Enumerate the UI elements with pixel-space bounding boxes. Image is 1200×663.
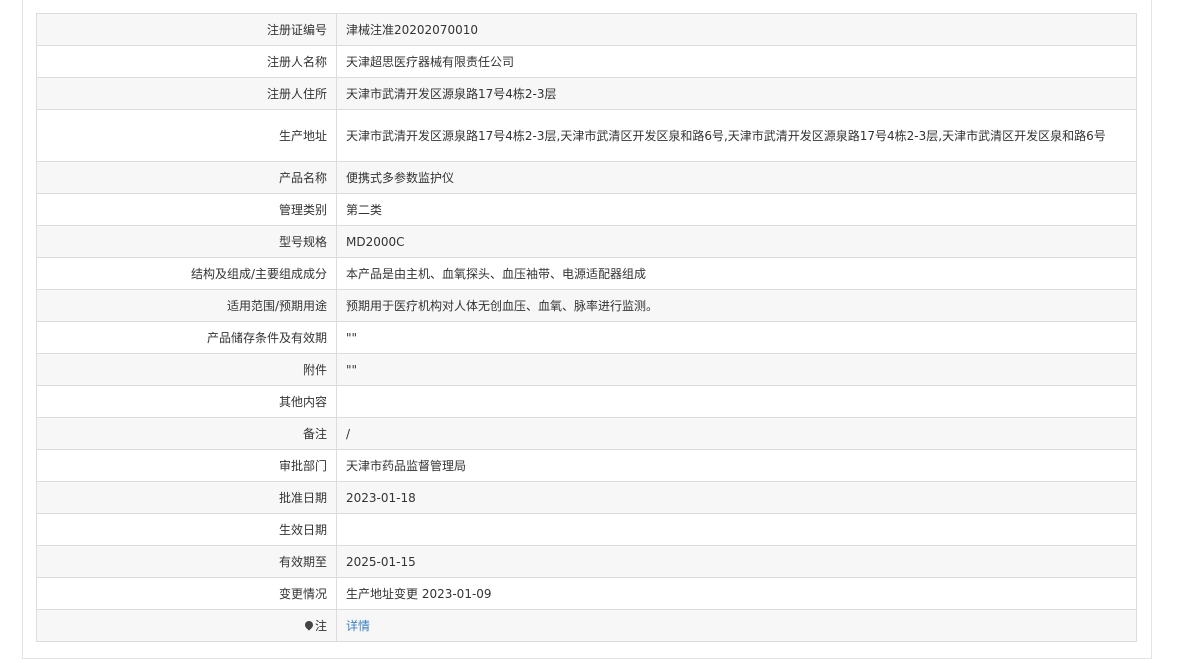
table-row: 生产地址 天津市武清开发区源泉路17号4栋2-3层,天津市武清区开发区泉和路6号…: [36, 109, 1137, 162]
table-row: 批准日期 2023-01-18: [36, 481, 1137, 514]
table-row: 产品储存条件及有效期 "": [36, 321, 1137, 354]
row-value-remarks: /: [336, 417, 1137, 450]
row-value-production-address: 天津市武清开发区源泉路17号4栋2-3层,天津市武清区开发区泉和路6号,天津市武…: [336, 109, 1137, 162]
row-label-registrant-name: 注册人名称: [36, 45, 337, 78]
table-row: 型号规格 MD2000C: [36, 225, 1137, 258]
row-value-storage-validity: "": [336, 321, 1137, 354]
table-row: 其他内容: [36, 385, 1137, 418]
table-row: 变更情况 生产地址变更 2023-01-09: [36, 577, 1137, 610]
table-row: 结构及组成/主要组成成分 本产品是由主机、血氧探头、血压袖带、电源适配器组成: [36, 257, 1137, 290]
row-label-intended-use: 适用范围/预期用途: [36, 289, 337, 322]
table-row: 有效期至 2025-01-15: [36, 545, 1137, 578]
row-value-structure-composition: 本产品是由主机、血氧探头、血压袖带、电源适配器组成: [336, 257, 1137, 290]
row-label-other-content: 其他内容: [36, 385, 337, 418]
row-label-effective-date: 生效日期: [36, 513, 337, 546]
row-value-approval-date: 2023-01-18: [336, 481, 1137, 514]
row-label-model-spec: 型号规格: [36, 225, 337, 258]
table-row: 生效日期: [36, 513, 1137, 546]
note-label-text: 注: [314, 619, 327, 633]
row-label-registration-number: 注册证编号: [36, 13, 337, 46]
row-value-model-spec: MD2000C: [336, 225, 1137, 258]
table-row: 管理类别 第二类: [36, 193, 1137, 226]
row-label-attachment: 附件: [36, 353, 337, 386]
row-value-product-name: 便携式多参数监护仪: [336, 161, 1137, 194]
row-value-change-status: 生产地址变更 2023-01-09: [336, 577, 1137, 610]
row-label-change-status: 变更情况: [36, 577, 337, 610]
table-row: 适用范围/预期用途 预期用于医疗机构对人体无创血压、血氧、脉率进行监测。: [36, 289, 1137, 322]
row-value-attachment: "": [336, 353, 1137, 386]
row-value-intended-use: 预期用于医疗机构对人体无创血压、血氧、脉率进行监测。: [336, 289, 1137, 322]
row-value-registrant-address: 天津市武清开发区源泉路17号4栋2-3层: [336, 77, 1137, 110]
table-row: 注册人住所 天津市武清开发区源泉路17号4栋2-3层: [36, 77, 1137, 110]
row-value-valid-until: 2025-01-15: [336, 545, 1137, 578]
row-value-other-content: [336, 385, 1137, 418]
table-row: 附件 "": [36, 353, 1137, 386]
row-value-note: 详情: [336, 609, 1137, 642]
row-label-remarks: 备注: [36, 417, 337, 450]
row-label-production-address: 生产地址: [36, 109, 337, 162]
table-row: 备注 /: [36, 417, 1137, 450]
table-row: 注册证编号 津械注准20202070010: [36, 13, 1137, 46]
row-value-registration-number: 津械注准20202070010: [336, 13, 1137, 46]
row-label-registrant-address: 注册人住所: [36, 77, 337, 110]
table-row: 产品名称 便携式多参数监护仪: [36, 161, 1137, 194]
row-label-management-category: 管理类别: [36, 193, 337, 226]
row-label-storage-validity: 产品储存条件及有效期: [36, 321, 337, 354]
table-row: 注 详情: [36, 609, 1137, 642]
table-row: 注册人名称 天津超思医疗器械有限责任公司: [36, 45, 1137, 78]
registration-detail-table: 注册证编号 津械注准20202070010 注册人名称 天津超思医疗器械有限责任…: [36, 13, 1137, 642]
row-label-approval-department: 审批部门: [36, 449, 337, 482]
row-value-management-category: 第二类: [336, 193, 1137, 226]
details-link[interactable]: 详情: [346, 619, 370, 633]
row-label-approval-date: 批准日期: [36, 481, 337, 514]
row-label-valid-until: 有效期至: [36, 545, 337, 578]
row-label-note: 注: [36, 609, 337, 642]
row-value-registrant-name: 天津超思医疗器械有限责任公司: [336, 45, 1137, 78]
row-label-structure-composition: 结构及组成/主要组成成分: [36, 257, 337, 290]
map-pin-icon: [303, 619, 315, 631]
row-value-effective-date: [336, 513, 1137, 546]
table-row: 审批部门 天津市药品监督管理局: [36, 449, 1137, 482]
row-label-product-name: 产品名称: [36, 161, 337, 194]
row-value-approval-department: 天津市药品监督管理局: [336, 449, 1137, 482]
